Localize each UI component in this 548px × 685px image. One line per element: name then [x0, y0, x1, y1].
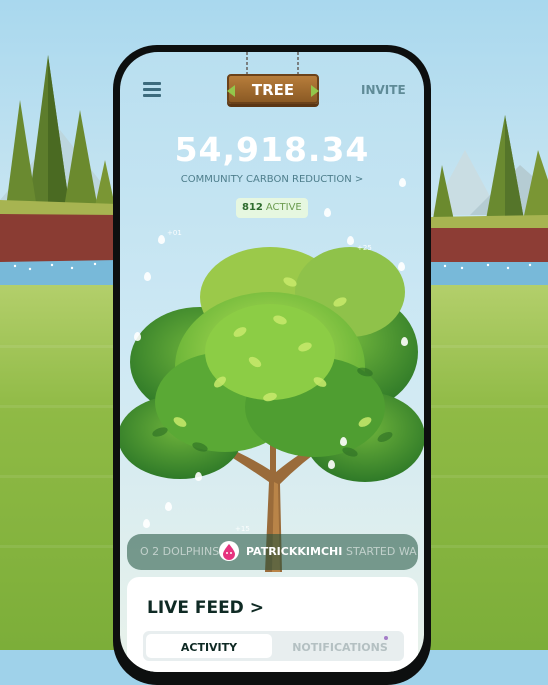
tree-illustration [120, 247, 424, 572]
water-drop-icon [399, 178, 406, 187]
activity-ticker: O 2 DOLPHINS PATRICKKIMCHI STARTED WA [127, 534, 418, 570]
floating-number: +15 [235, 525, 250, 533]
notification-dot [384, 636, 388, 640]
ticker-text: O 2 DOLPHINS [140, 545, 220, 558]
ticker-username[interactable]: PATRICKKIMCHI [246, 545, 342, 558]
water-drop-icon [144, 272, 151, 281]
tab-activity[interactable]: ACTIVITY [146, 634, 272, 658]
water-drop-icon [195, 472, 202, 481]
water-drop-icon [401, 337, 408, 346]
floating-number: +25 [357, 244, 372, 252]
droplet-avatar-icon[interactable] [219, 541, 239, 561]
water-drop-icon [158, 235, 165, 244]
water-drop-icon [134, 332, 141, 341]
water-drop-icon [347, 236, 354, 245]
feed-tabs: ACTIVITY NOTIFICATIONS [143, 631, 404, 661]
ticker-text: STARTED WA [346, 545, 417, 558]
water-drop-icon [324, 208, 331, 217]
water-drop-icon [328, 460, 335, 469]
water-drop-icon [143, 519, 150, 528]
water-drop-icon [398, 262, 405, 271]
water-drop-icon [165, 502, 172, 511]
floating-number: +01 [167, 229, 182, 237]
live-feed-card: LIVE FEED > ACTIVITY NOTIFICATIONS [127, 577, 418, 672]
live-feed-title[interactable]: LIVE FEED > [147, 598, 264, 618]
app-screen: TREE INVITE 54,918.34 COMMUNITY CARBON R… [120, 52, 424, 672]
water-drop-icon [340, 437, 347, 446]
